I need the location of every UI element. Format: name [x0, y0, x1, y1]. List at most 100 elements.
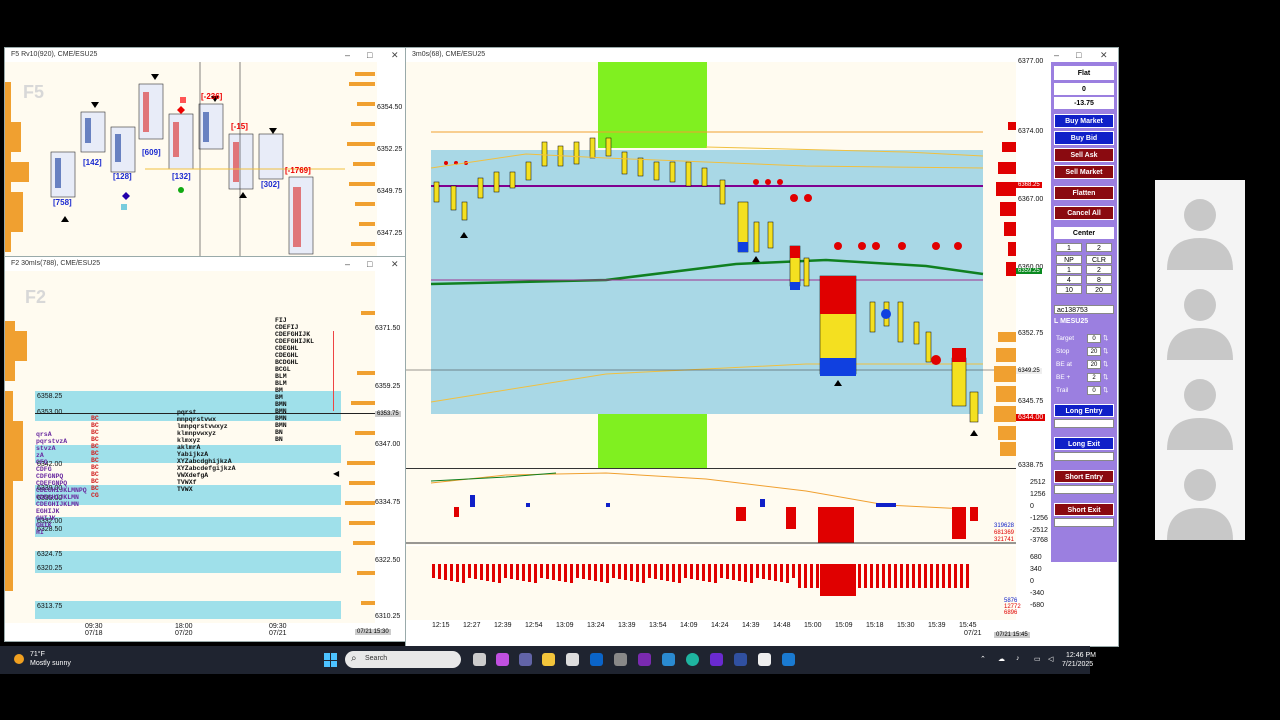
file-explorer-icon[interactable] — [542, 653, 555, 666]
volume-bar — [798, 564, 801, 588]
maximize-icon[interactable]: □ — [1076, 48, 1081, 62]
buy-market-button[interactable]: Buy Market — [1054, 114, 1114, 128]
onedrive-icon[interactable]: ☁ — [998, 655, 1005, 663]
close-icon[interactable]: ✕ — [391, 257, 399, 271]
tpo-row: TVWX — [177, 486, 193, 493]
qty-preset[interactable]: 1 — [1056, 243, 1082, 252]
minimize-icon[interactable]: – — [345, 48, 350, 62]
main-chart-window[interactable]: 3m0s(68), CME/ESU25 – □ ✕ 6377.00 6374.0… — [405, 47, 1119, 647]
minimize-icon[interactable]: – — [345, 257, 350, 271]
f5-label-blue: [302] — [261, 180, 280, 189]
f2-chart-area[interactable]: F2 6358.25 6353.00 6342.00 6339.00 6335.… — [5, 271, 375, 623]
short-entry-button[interactable]: Short Entry — [1054, 470, 1114, 483]
volume-icon[interactable]: ◁ — [1048, 655, 1053, 663]
close-icon[interactable]: ✕ — [391, 48, 399, 62]
maximize-icon[interactable]: □ — [367, 48, 372, 62]
qty-grid-cell[interactable]: CLR — [1086, 255, 1112, 264]
flatten-button[interactable]: Flatten — [1054, 186, 1114, 200]
tpo-profile-right: FIJ CDEFIJ CDEFGHIJK CDEFGHIJKL CDEGHL CDEGHL… — [275, 317, 314, 443]
qty-grid-cell[interactable]: 8 — [1086, 275, 1112, 284]
delta-indicator-panel[interactable] — [406, 469, 1016, 545]
long-entry-button[interactable]: Long Entry — [1054, 404, 1114, 417]
main-price-chart[interactable] — [406, 62, 1016, 469]
stepper-icon[interactable]: ⇅ — [1103, 373, 1108, 381]
f5-price-axis: 6354.50 6352.25 6349.75 6347.25 — [377, 62, 405, 256]
volume-bar — [876, 564, 879, 588]
axis-tick: 1256 — [1030, 491, 1046, 498]
window-app-icon[interactable] — [758, 653, 771, 666]
bracket-field-input[interactable]: 20 — [1087, 347, 1101, 356]
f5-chart-window[interactable]: F5 Rv10(920), CME/ESU25 – □ ✕ F5 [758] [… — [4, 47, 406, 257]
long-exit-button[interactable]: Long Exit — [1054, 437, 1114, 450]
long-exit-select[interactable] — [1054, 452, 1114, 461]
onenote-icon[interactable] — [638, 653, 651, 666]
qty-grid-cell[interactable]: 4 — [1056, 275, 1082, 284]
teams-icon[interactable] — [519, 653, 532, 666]
price-tag-red: 6368.25 — [1016, 182, 1042, 188]
remote-app-icon[interactable] — [782, 653, 795, 666]
settings-icon[interactable] — [614, 653, 627, 666]
close-icon[interactable]: ✕ — [1100, 48, 1108, 62]
sell-market-button[interactable]: Sell Market — [1054, 165, 1114, 179]
taskbar-search-box[interactable]: ⌕ Search — [345, 651, 461, 668]
network-icon[interactable]: ▭ — [1034, 655, 1041, 663]
minimize-icon[interactable]: – — [1054, 48, 1059, 62]
sell-ask-button[interactable]: Sell Ask — [1054, 148, 1114, 162]
axis-tick: 340 — [1030, 566, 1042, 573]
f5-title-bar[interactable]: F5 Rv10(920), CME/ESU25 – □ ✕ — [5, 48, 405, 62]
stepper-icon[interactable]: ⇅ — [1103, 360, 1108, 368]
clock-date[interactable]: 7/21/2025 — [1062, 661, 1093, 668]
store-icon[interactable] — [566, 653, 579, 666]
bracket-field-input[interactable]: 0 — [1087, 334, 1101, 343]
volume-bar — [738, 564, 741, 581]
main-title-bar[interactable]: 3m0s(68), CME/ESU25 – □ ✕ — [406, 48, 1118, 62]
volume-indicator-panel[interactable] — [406, 546, 1016, 620]
trading-app-icon[interactable] — [734, 653, 747, 666]
microphone-icon[interactable]: ♪ — [1016, 655, 1020, 662]
current-price-tag: 6353.75 — [375, 411, 401, 417]
tray-chevron-icon[interactable]: ⌃ — [980, 655, 986, 663]
short-exit-button[interactable]: Short Exit — [1054, 503, 1114, 516]
position-pnl: -13.75 — [1054, 97, 1114, 109]
collapse-arrow-icon[interactable]: ◀ — [333, 469, 339, 478]
bracket-field-input[interactable]: 20 — [1087, 360, 1101, 369]
qty-grid-cell[interactable]: 10 — [1056, 285, 1082, 294]
short-exit-select[interactable] — [1054, 518, 1114, 527]
tpo-row: BLM — [275, 373, 287, 380]
photos-icon[interactable] — [662, 653, 675, 666]
task-view-icon[interactable] — [473, 653, 486, 666]
outlook-icon[interactable] — [590, 653, 603, 666]
long-entry-select[interactable] — [1054, 419, 1114, 428]
qty-grid-cell[interactable]: NP — [1056, 255, 1082, 264]
account-select[interactable]: ac138753 — [1054, 305, 1114, 314]
buy-bid-button[interactable]: Buy Bid — [1054, 131, 1114, 145]
qty-grid-cell[interactable]: 2 — [1086, 265, 1112, 274]
visual-studio-icon[interactable] — [710, 653, 723, 666]
copilot-icon[interactable] — [496, 653, 509, 666]
time: 09:30 — [269, 623, 287, 630]
f2-title: F2 30mIs(788), CME/ESU25 — [11, 260, 101, 267]
stepper-icon[interactable]: ⇅ — [1103, 347, 1108, 355]
bracket-field-input[interactable]: 2 — [1087, 373, 1101, 382]
stepper-icon[interactable]: ⇅ — [1103, 386, 1108, 394]
stepper-icon[interactable]: ⇅ — [1103, 334, 1108, 342]
time-tick: 14:48 — [773, 622, 791, 629]
f2-title-bar[interactable]: F2 30mIs(788), CME/ESU25 – □ ✕ — [5, 257, 405, 271]
clock-time[interactable]: 12:46 PM — [1066, 652, 1096, 659]
start-button-icon[interactable] — [324, 653, 338, 667]
edge-icon[interactable] — [686, 653, 699, 666]
f5-chart-area[interactable]: F5 [758] [142] [128] [609] [132] [302] [… — [5, 62, 377, 256]
cancel-all-button[interactable]: Cancel All — [1054, 206, 1114, 220]
center-button[interactable]: Center — [1054, 227, 1114, 239]
short-entry-select[interactable] — [1054, 485, 1114, 494]
maximize-icon[interactable]: □ — [367, 257, 372, 271]
weather-widget[interactable]: 71°F Mostly sunny — [12, 651, 82, 669]
qty-grid-cell[interactable]: 1 — [1056, 265, 1082, 274]
session-marker — [333, 331, 334, 411]
f2-chart-window[interactable]: F2 30mIs(788), CME/ESU25 – □ ✕ F2 6358.2… — [4, 256, 406, 642]
bracket-field-input[interactable]: 0 — [1087, 386, 1101, 395]
tpo-row: XYZabcdefgijkzA — [177, 465, 236, 472]
qty-preset[interactable]: 2 — [1086, 243, 1112, 252]
qty-grid-cell[interactable]: 20 — [1086, 285, 1112, 294]
bracket-field-label: Target — [1056, 335, 1075, 342]
